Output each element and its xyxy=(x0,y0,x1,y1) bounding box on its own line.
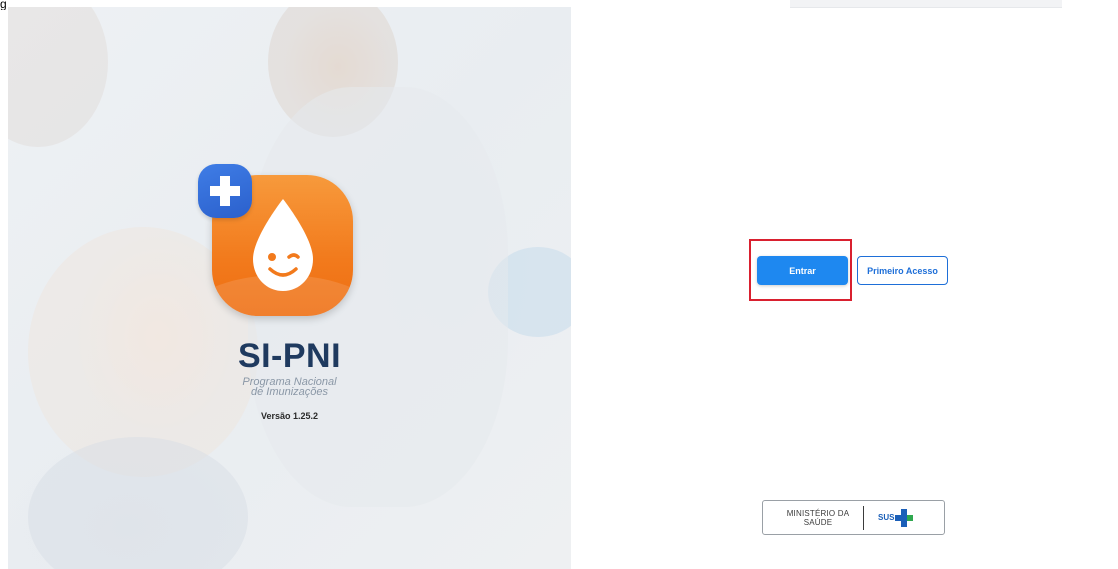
sus-cross-icon xyxy=(895,509,913,527)
app-subtitle: Programa Nacional de Imunizações xyxy=(8,377,571,398)
app-title: SI-PNI xyxy=(237,337,342,375)
login-button[interactable]: Entrar xyxy=(757,256,848,285)
app-subtitle-line2: de Imunizações xyxy=(250,386,329,398)
top-field-edge xyxy=(790,0,1062,8)
first-access-button[interactable]: Primeiro Acesso xyxy=(857,256,948,285)
plus-cross-icon xyxy=(210,176,240,206)
ministerio-label: MINISTÉRIO DA SAÚDE xyxy=(778,509,858,527)
ministerio-line2: SAÚDE xyxy=(803,518,833,527)
smiling-drop-icon xyxy=(253,199,313,291)
bg-figure-adult-left xyxy=(8,7,108,147)
footer-divider xyxy=(863,506,864,530)
bg-clothing xyxy=(28,437,248,569)
ministerio-sus-logo: MINISTÉRIO DA SAÚDE SUS xyxy=(762,500,945,535)
sus-label: SUS xyxy=(878,513,895,522)
ministerio-line1: MINISTÉRIO DA xyxy=(786,509,850,518)
sipni-logo xyxy=(198,157,358,317)
app-version: Versão 1.25.2 xyxy=(260,411,319,421)
plus-badge xyxy=(198,164,252,218)
